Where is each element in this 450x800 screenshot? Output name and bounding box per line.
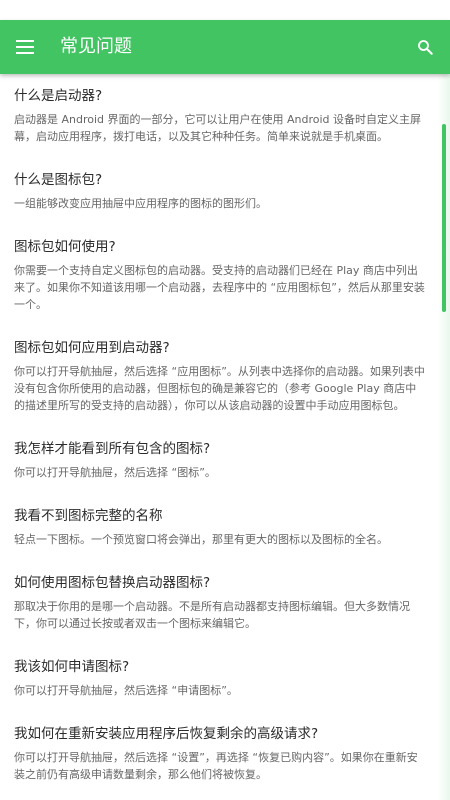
faq-question: 我该如何申请图标?: [14, 659, 130, 675]
faq-answer: 你可以打开导航抽屉，然后选择 “申请图标”。: [14, 684, 238, 697]
faq-item: 图标包如何使用? 你需要一个支持自定义图标包的启动器。受支持的启动器们已经在 P…: [14, 237, 436, 313]
faq-question: 图标包如何应用到启动器?: [14, 340, 170, 356]
search-icon: [418, 40, 433, 55]
faq-item: 什么是图标包? 一组能够改变应用抽屉中应用程序的图标的图形们。: [14, 170, 436, 212]
status-bar: [0, 0, 450, 20]
faq-question: 我看不到图标完整的名称: [14, 508, 163, 524]
faq-answer: 那取决于你用的是哪一个启动器。不是所有启动器都支持图标编辑。但大多数情况下，你可…: [14, 600, 410, 630]
faq-question: 图标包如何使用?: [14, 239, 116, 255]
faq-question: 我怎样才能看到所有包含的图标?: [14, 441, 211, 457]
faq-question: 我如何在重新安装应用程序后恢复剩余的高级请求?: [14, 726, 319, 742]
faq-item: 我看不到图标完整的名称 轻点一下图标。一个预览窗口将会弹出，那里有更大的图标以及…: [14, 506, 436, 548]
faq-answer: 你需要一个支持自定义图标包的启动器。受支持的启动器们已经在 Play 商店中列出…: [14, 264, 425, 311]
faq-answer: 你可以打开导航抽屉，然后选择 “图标”。: [14, 466, 216, 479]
faq-question: 什么是图标包?: [14, 172, 103, 188]
faq-scroll-area[interactable]: 什么是启动器? 启动器是 Android 界面的一部分，它可以让用户在使用 An…: [0, 74, 450, 800]
faq-item: 图标包如何应用到启动器? 你可以打开导航抽屉，然后选择 “应用图标”。从列表中选…: [14, 338, 436, 414]
menu-icon: [16, 40, 34, 54]
faq-item: 如何使用图标包替换启动器图标? 那取决于你用的是哪一个启动器。不是所有启动器都支…: [14, 573, 436, 632]
faq-answer: 一组能够改变应用抽屉中应用程序的图标的图形们。: [14, 197, 267, 210]
faq-answer: 你可以打开导航抽屉，然后选择 “设置”，再选择 “恢复已购内容”。如果你在重新安…: [14, 751, 418, 781]
faq-answer: 启动器是 Android 界面的一部分，它可以让用户在使用 Android 设备…: [14, 113, 422, 143]
faq-list: 什么是启动器? 启动器是 Android 界面的一部分，它可以让用户在使用 An…: [0, 74, 450, 783]
menu-button[interactable]: [8, 30, 42, 64]
faq-item: 我该如何申请图标? 你可以打开导航抽屉，然后选择 “申请图标”。: [14, 657, 436, 699]
search-button[interactable]: [408, 30, 442, 64]
faq-item: 我如何在重新安装应用程序后恢复剩余的高级请求? 你可以打开导航抽屉，然后选择 “…: [14, 724, 436, 783]
faq-question: 如何使用图标包替换启动器图标?: [14, 575, 211, 591]
scrollbar-thumb[interactable]: [442, 124, 446, 312]
app-bar: 常见问题: [0, 20, 450, 74]
faq-answer: 轻点一下图标。一个预览窗口将会弹出，那里有更大的图标以及图标的全名。: [14, 533, 388, 546]
faq-item: 我怎样才能看到所有包含的图标? 你可以打开导航抽屉，然后选择 “图标”。: [14, 439, 436, 481]
faq-question: 什么是启动器?: [14, 88, 103, 104]
faq-answer: 你可以打开导航抽屉，然后选择 “应用图标”。从列表中选择你的启动器。如果列表中没…: [14, 365, 425, 412]
page-title: 常见问题: [60, 36, 132, 57]
faq-item: 什么是启动器? 启动器是 Android 界面的一部分，它可以让用户在使用 An…: [14, 86, 436, 145]
